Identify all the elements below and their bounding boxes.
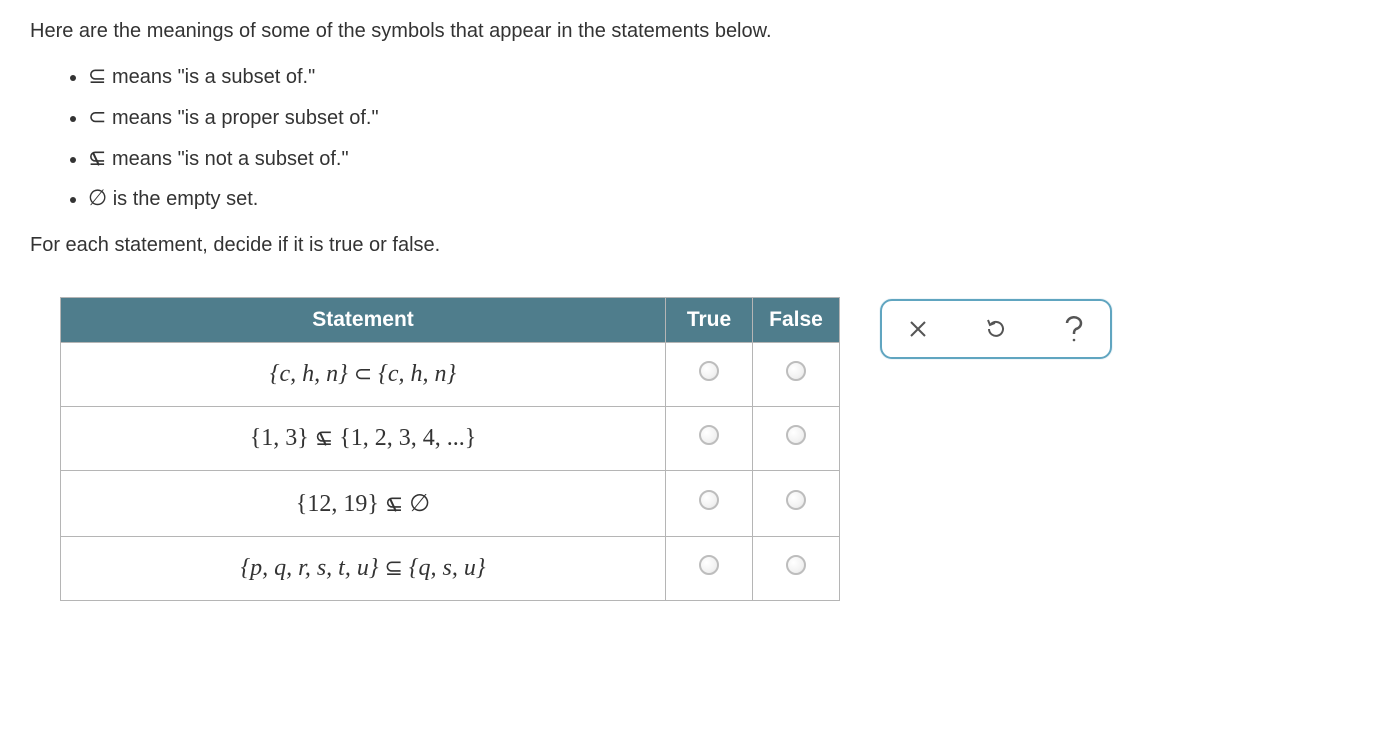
stmt4-left: {p, q, r, s, t, u} (241, 555, 379, 581)
header-statement: Statement (61, 298, 666, 343)
statement-1: {c, h, n} ⊂ {c, h, n} (61, 343, 666, 407)
row4-true-radio[interactable] (699, 555, 719, 575)
row3-true-cell (666, 471, 753, 537)
statement-3: {12, 19} ⊆ ∅ (61, 471, 666, 537)
def-empty-text: is the empty set. (113, 188, 259, 210)
help-button[interactable] (1060, 315, 1088, 343)
row1-true-radio[interactable] (699, 361, 719, 381)
row4-false-radio[interactable] (786, 555, 806, 575)
def-proper-subset: ⊂ means "is a proper subset of." (88, 102, 1354, 133)
not-subset-symbol: ⊆ (88, 143, 106, 174)
table-row: {1, 3} ⊆ {1, 2, 3, 4, ...} (61, 407, 840, 471)
row1-false-radio[interactable] (786, 361, 806, 381)
stmt3-symbol: ⊆ (385, 491, 403, 517)
stmt2-right: {1, 2, 3, 4, ...} (339, 425, 476, 451)
table-row: {p, q, r, s, t, u} ⊆ {q, s, u} (61, 537, 840, 601)
row4-true-cell (666, 537, 753, 601)
statement-2: {1, 3} ⊆ {1, 2, 3, 4, ...} (61, 407, 666, 471)
stmt2-symbol: ⊆ (315, 425, 333, 451)
row1-false-cell (753, 343, 840, 407)
stmt4-symbol: ⊆ (384, 555, 402, 580)
row1-true-cell (666, 343, 753, 407)
def-notsubset-text: means "is not a subset of." (112, 148, 349, 170)
stmt3-left: {12, 19} (296, 491, 379, 517)
instruction-text: For each statement, decide if it is true… (30, 234, 1354, 257)
toolbar (880, 299, 1112, 359)
close-icon (908, 319, 928, 339)
stmt2-left: {1, 3} (250, 425, 309, 451)
def-subset-text: means "is a subset of." (112, 66, 315, 88)
intro-text: Here are the meanings of some of the sym… (30, 20, 1354, 43)
def-not-subset: ⊆ means "is not a subset of." (88, 143, 1354, 174)
row2-true-radio[interactable] (699, 425, 719, 445)
empty-set-symbol: ∅ (88, 185, 107, 210)
row3-true-radio[interactable] (699, 490, 719, 510)
def-empty-set: ∅ is the empty set. (88, 183, 1354, 214)
row2-false-cell (753, 407, 840, 471)
row4-false-cell (753, 537, 840, 601)
table-row: {12, 19} ⊆ ∅ (61, 471, 840, 537)
table-header-row: Statement True False (61, 298, 840, 343)
table-row: {c, h, n} ⊂ {c, h, n} (61, 343, 840, 407)
undo-icon (984, 317, 1008, 341)
stmt3-right: ∅ (409, 491, 430, 517)
row2-false-radio[interactable] (786, 425, 806, 445)
help-icon (1061, 314, 1087, 344)
row3-false-radio[interactable] (786, 490, 806, 510)
stmt1-left: {c, h, n} (270, 361, 348, 387)
stmt4-right: {q, s, u} (409, 555, 486, 581)
stmt1-right: {c, h, n} (378, 361, 456, 387)
stmt1-symbol: ⊂ (354, 361, 372, 386)
def-subset: ⊆ means "is a subset of." (88, 61, 1354, 92)
header-false: False (753, 298, 840, 343)
row2-true-cell (666, 407, 753, 471)
statements-table: Statement True False {c, h, n} ⊂ {c, h, … (60, 297, 840, 601)
row3-false-cell (753, 471, 840, 537)
def-proper-text: means "is a proper subset of." (112, 107, 379, 129)
definitions-list: ⊆ means "is a subset of." ⊂ means "is a … (30, 61, 1354, 214)
statement-4: {p, q, r, s, t, u} ⊆ {q, s, u} (61, 537, 666, 601)
clear-button[interactable] (904, 315, 932, 343)
proper-subset-symbol: ⊂ (88, 104, 106, 129)
subset-symbol: ⊆ (88, 63, 106, 88)
reset-button[interactable] (982, 315, 1010, 343)
header-true: True (666, 298, 753, 343)
